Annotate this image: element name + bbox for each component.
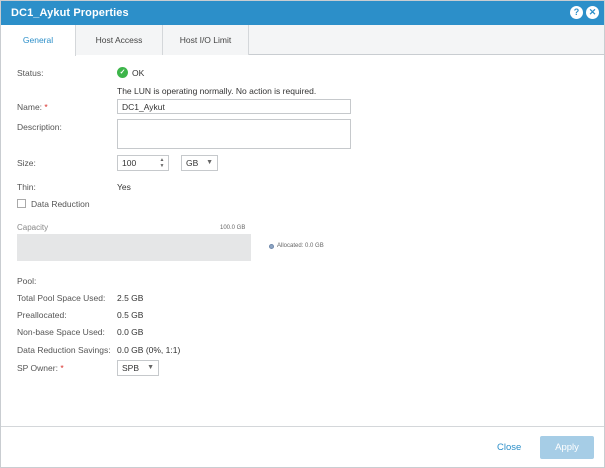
step-down-icon[interactable]: ▼ [158,163,166,169]
data-reduction-label: Data Reduction [31,199,90,209]
size-unit-value: GB [186,158,199,168]
status-label: Status: [17,68,44,78]
thin-label: Thin: [17,182,36,192]
description-input[interactable] [117,119,351,149]
tab-bar: General Host Access Host I/O Limit [1,25,604,56]
total-pool-space-label: Total Pool Space Used: [17,293,106,303]
data-reduction-savings-value: 0.0 GB (0%, 1:1) [117,345,181,355]
sp-owner-label: SP Owner: * [17,363,64,373]
properties-dialog: DC1_Aykut Properties ? ✕ General Host Ac… [0,0,605,468]
apply-button[interactable]: Apply [540,436,594,459]
non-base-space-value: 0.0 GB [117,327,144,337]
preallocated-value: 0.5 GB [117,310,144,320]
footer-divider [1,426,604,427]
help-icon[interactable]: ? [570,6,583,19]
data-reduction-savings-label: Data Reduction Savings: [17,345,111,355]
dialog-titlebar: DC1_Aykut Properties ? ✕ [1,1,604,25]
ok-check-icon: ✓ [117,67,128,78]
tab-host-io-limit[interactable]: Host I/O Limit [163,25,249,55]
pool-label: Pool: [17,276,37,286]
thin-value: Yes [117,182,131,192]
close-button[interactable]: Close [497,442,521,453]
dialog-title: DC1_Aykut Properties [11,7,129,19]
preallocated-label: Preallocated: [17,310,67,320]
sp-owner-select[interactable]: SPB ▼ [117,360,159,376]
close-icon[interactable]: ✕ [586,6,599,19]
data-reduction-checkbox[interactable] [17,199,26,208]
tab-general[interactable]: General [1,25,76,56]
chevron-down-icon: ▼ [206,159,213,166]
non-base-space-label: Non-base Space Used: [17,327,105,337]
tab-host-access[interactable]: Host Access [76,25,163,55]
size-label: Size: [17,158,36,168]
chevron-down-icon: ▼ [147,364,154,371]
status-value: OK [132,68,145,78]
total-pool-space-value: 2.5 GB [117,293,144,303]
sp-owner-value: SPB [122,363,140,373]
name-label: Name: * [17,102,48,112]
status-message: The LUN is operating normally. No action… [117,86,317,96]
capacity-max: 100.0 GB [220,225,246,231]
allocated-legend: Allocated: 0.0 GB [277,243,324,249]
capacity-label: Capacity [17,223,49,232]
description-label: Description: [17,122,62,132]
capacity-bar [17,234,251,261]
size-unit-select[interactable]: GB ▼ [181,155,218,171]
required-marker: * [60,363,64,373]
allocated-legend-icon [269,244,274,249]
required-marker: * [44,102,48,112]
size-stepper[interactable]: ▲ ▼ [158,157,166,169]
name-input[interactable] [117,99,351,114]
